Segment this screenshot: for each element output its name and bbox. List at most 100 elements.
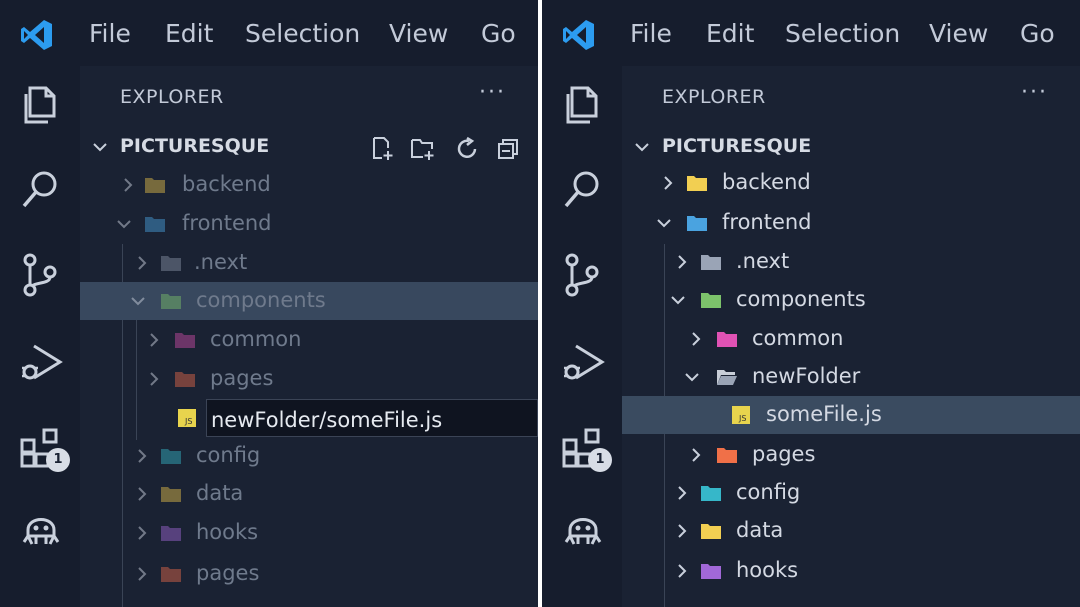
tree-item-hooks[interactable]: hooks: [80, 514, 538, 552]
tree-item-next[interactable]: .next: [622, 243, 1080, 281]
chevron-right-icon: [134, 448, 150, 464]
tree-item-label: components: [196, 288, 326, 312]
collapse-all-icon[interactable]: [496, 136, 522, 162]
folder-icon: [700, 289, 722, 311]
menu-view[interactable]: View: [929, 18, 988, 50]
new-folder-icon[interactable]: [410, 136, 436, 162]
folder-icon: [700, 482, 722, 504]
menu-selection[interactable]: Selection: [785, 18, 900, 50]
tree-item-label: newFolder: [752, 364, 861, 388]
tree-item-backend[interactable]: backend: [622, 164, 1080, 202]
tree-item-label: backend: [182, 172, 271, 196]
folder-icon: [716, 328, 738, 350]
menu-selection[interactable]: Selection: [245, 18, 360, 50]
tree-item-label: .next: [736, 249, 790, 273]
new-file-icon[interactable]: [370, 136, 396, 162]
chevron-right-icon: [688, 447, 704, 463]
activity-bar: 1: [0, 66, 80, 607]
chevron-right-icon: [674, 485, 690, 501]
rename-input[interactable]: [206, 399, 538, 437]
vscode-logo-icon: [20, 18, 54, 52]
menu-file[interactable]: File: [89, 18, 131, 50]
chevron-right-icon: [674, 254, 690, 270]
tree-item-new-file[interactable]: JS: [80, 399, 538, 437]
folder-icon: [716, 444, 738, 466]
tree-item-label: data: [736, 518, 784, 542]
chevron-right-icon: [146, 371, 162, 387]
tree-item-label: hooks: [196, 520, 259, 544]
explorer-icon[interactable]: [560, 82, 606, 128]
chevron-down-icon: [684, 369, 700, 385]
folder-icon: [700, 520, 722, 542]
refresh-icon[interactable]: [454, 136, 480, 162]
tree-item-frontend[interactable]: frontend: [622, 204, 1080, 242]
source-control-icon[interactable]: [560, 252, 606, 298]
chevron-down-icon: [116, 216, 132, 232]
tree-item-data[interactable]: data: [80, 475, 538, 513]
menu-edit[interactable]: Edit: [706, 18, 754, 50]
extensions-badge: 1: [588, 448, 612, 472]
tree-item-somefile[interactable]: JS someFile.js: [622, 396, 1080, 434]
tree-item-label: .next: [194, 250, 248, 274]
tree-item-data[interactable]: data: [622, 512, 1080, 550]
ghost-extension-icon[interactable]: [18, 506, 64, 552]
explorer-title: EXPLORER: [662, 86, 766, 108]
tree-item-backend[interactable]: backend: [80, 166, 538, 204]
tree-item-label: config: [736, 480, 801, 504]
tree-item-pages[interactable]: pages: [80, 360, 538, 398]
tree-item-config[interactable]: config: [622, 474, 1080, 512]
folder-icon: [686, 172, 708, 194]
tree-item-common[interactable]: common: [80, 321, 538, 359]
editor-window-before: File Edit Selection View Go 1 EXPLORER ·…: [0, 0, 538, 607]
explorer-sidebar: EXPLORER ··· PICTURESQUE backend fronten…: [622, 66, 1080, 607]
menu-go[interactable]: Go: [481, 18, 516, 50]
menu-edit[interactable]: Edit: [165, 18, 213, 50]
ghost-extension-icon[interactable]: [560, 506, 606, 552]
menu-file[interactable]: File: [630, 18, 672, 50]
tree-item-hooks[interactable]: hooks: [622, 552, 1080, 590]
source-control-icon[interactable]: [18, 252, 64, 298]
tree-item-label: pages: [210, 366, 274, 390]
tree-item-next[interactable]: .next: [80, 244, 538, 282]
search-icon[interactable]: [560, 166, 606, 212]
menu-bar: File Edit Selection View Go: [542, 0, 1080, 66]
tree-item-label: hooks: [736, 558, 799, 582]
chevron-right-icon: [120, 177, 136, 193]
project-header[interactable]: PICTURESQUE: [92, 132, 538, 162]
menu-view[interactable]: View: [389, 18, 448, 50]
project-name: PICTURESQUE: [120, 135, 270, 157]
run-debug-icon[interactable]: [560, 340, 606, 386]
chevron-right-icon: [674, 523, 690, 539]
folder-icon: [160, 483, 182, 505]
tree-item-newfolder[interactable]: newFolder: [622, 358, 1080, 396]
tree-item-config[interactable]: config: [80, 437, 538, 475]
project-header[interactable]: PICTURESQUE: [634, 132, 1080, 162]
search-icon[interactable]: [18, 166, 64, 212]
tree-item-label: someFile.js: [766, 402, 882, 426]
explorer-icon[interactable]: [18, 82, 64, 128]
tree-item-components[interactable]: components: [80, 282, 538, 320]
tree-item-pages[interactable]: pages: [622, 436, 1080, 474]
tree-item-common[interactable]: common: [622, 320, 1080, 358]
tree-item-components[interactable]: components: [622, 281, 1080, 319]
explorer-title: EXPLORER: [120, 86, 224, 108]
folder-icon: [144, 174, 166, 196]
chevron-down-icon: [656, 215, 672, 231]
tree-item-frontend[interactable]: frontend: [80, 205, 538, 243]
run-debug-icon[interactable]: [18, 340, 64, 386]
folder-icon: [700, 251, 722, 273]
tree-item-label: pages: [752, 442, 816, 466]
tree-item-label: components: [736, 287, 866, 311]
explorer-sidebar: EXPLORER ··· PICTURESQUE backend fronten…: [80, 66, 538, 607]
folder-icon: [174, 329, 196, 351]
extensions-badge: 1: [46, 448, 70, 472]
chevron-right-icon: [134, 255, 150, 271]
more-actions-button[interactable]: ···: [1021, 80, 1048, 105]
chevron-right-icon: [674, 563, 690, 579]
menu-bar: File Edit Selection View Go: [0, 0, 538, 66]
tree-item-pages-2[interactable]: pages: [80, 555, 538, 593]
editor-window-after: File Edit Selection View Go 1 EXPLORER ·…: [542, 0, 1080, 607]
tree-item-label: data: [196, 481, 244, 505]
more-actions-button[interactable]: ···: [479, 80, 506, 105]
menu-go[interactable]: Go: [1020, 18, 1055, 50]
